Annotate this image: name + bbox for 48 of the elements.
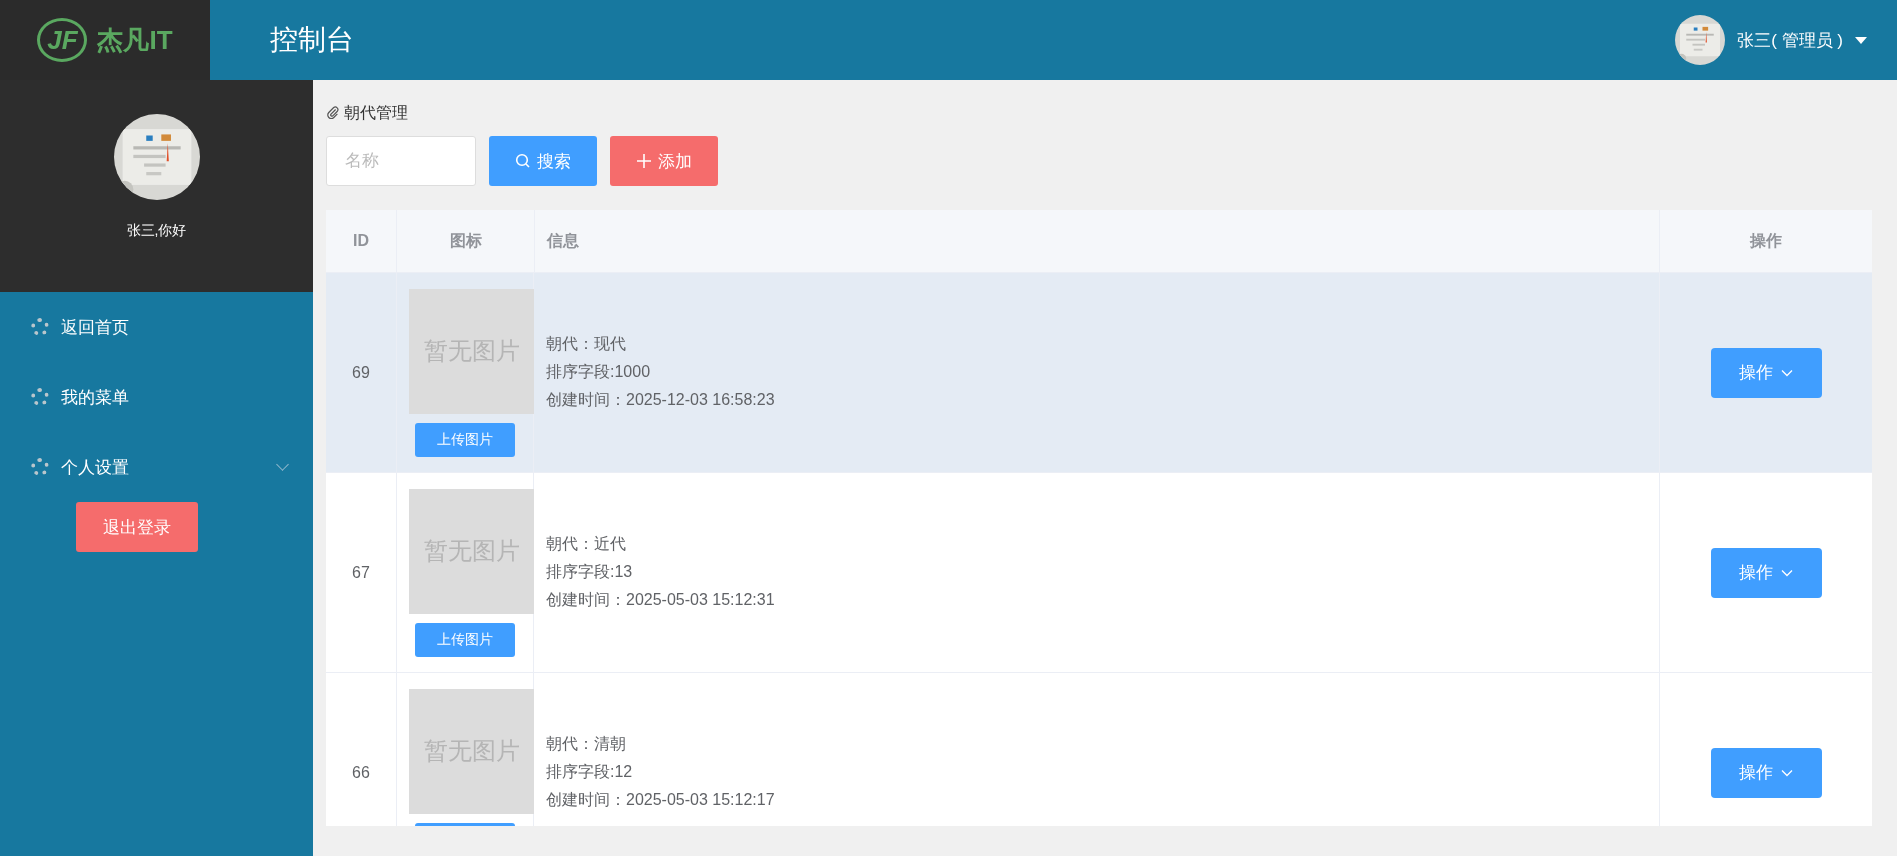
info-text: 排序字段:13 [546,562,633,582]
table-cell: 66 [326,673,397,826]
info-text: 排序字段:1000 [546,362,651,382]
caret-icon [1855,36,1867,44]
info-text: 创建时间：2025-05-03 15:12:31 [546,590,775,610]
column-header: 操作 [1748,230,1783,251]
table-cell: 69 [326,273,397,472]
menu-label: 个人设置 [61,456,130,479]
upload-button[interactable]: 上传图片 [415,422,515,457]
user-name: 张三( 管理员 ) [1737,29,1843,52]
menu-icon [31,458,49,476]
breadcrumb: 朝代管理 [344,102,408,123]
menu-item[interactable]: 个人设置 [0,432,313,502]
info-text: 创建时间：2025-12-03 16:58:23 [546,390,775,410]
info-text: 朝代：近代 [546,534,626,554]
page-title: 控制台 [270,23,354,57]
action-button[interactable]: 操作 [1710,347,1822,398]
logo: JF 杰凡IT [0,0,210,80]
info-text: 朝代：现代 [546,334,626,354]
chevron-icon [1781,568,1793,577]
table-cell: 67 [326,473,397,672]
action-button[interactable]: 操作 [1710,547,1822,598]
menu-icon [31,388,49,406]
add-button[interactable]: 添加 [610,136,718,186]
plus-icon [636,153,652,169]
paperclip-icon [326,106,340,120]
search-icon [515,153,531,169]
column-header: 信息 [535,210,1660,272]
upload-button[interactable]: 上传图片 [415,622,515,657]
menu-label: 我的菜单 [61,386,130,409]
action-button[interactable]: 操作 [1710,747,1822,798]
greeting-text: 张三,你好 [126,222,187,240]
menu-label: 返回首页 [61,316,130,339]
search-field[interactable]: 名称 [326,136,476,186]
avatar [1675,15,1726,65]
column-header: 图标 [397,210,535,272]
logout-button[interactable]: 退出登录 [75,502,198,552]
chevron-icon [1781,368,1793,377]
menu-item[interactable]: 我的菜单 [0,362,313,432]
info-text: 排序字段:12 [546,762,633,782]
user-menu[interactable]: 张三( 管理员 ) [1675,15,1867,65]
menu-item[interactable]: 返回首页 [0,292,313,362]
menu-icon [31,318,49,336]
search-button[interactable]: 搜索 [489,136,597,186]
info-text: 创建时间：2025-05-03 15:12:17 [546,790,775,810]
info-text: 朝代：清朝 [546,734,626,754]
column-header: ID [326,210,397,272]
chevron-icon [1781,768,1793,777]
